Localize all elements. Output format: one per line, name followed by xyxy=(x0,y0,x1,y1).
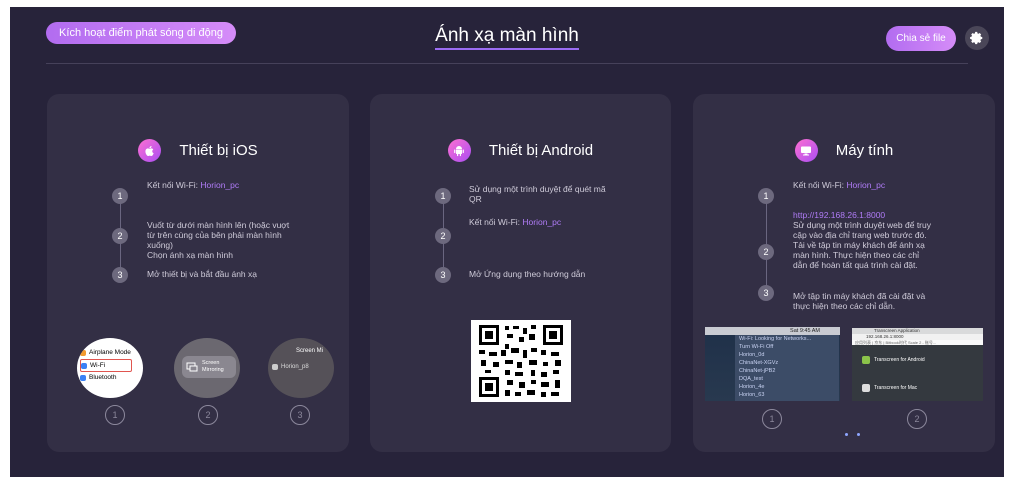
pc-wifi-name: Horion_pc xyxy=(846,180,886,190)
ios-step-2-number: 2 xyxy=(112,228,128,244)
ios-image-2-label: 2 xyxy=(198,405,218,425)
pc-step-1-text: Kết nối Wi-Fi: Horion_pc xyxy=(793,180,886,190)
screen-mirroring-icon xyxy=(186,362,198,372)
share-file-button[interactable]: Chia sẻ file xyxy=(886,26,956,51)
android-card: Thiết bị Android 1 2 3 Sử dụng một trình… xyxy=(370,94,671,452)
qr-code xyxy=(471,320,571,402)
app-window: Kích hoạt điểm phát sóng di động Ánh xạ … xyxy=(10,7,1004,477)
pc-image-1-label: 1 xyxy=(762,409,782,429)
android-card-header: Thiết bị Android xyxy=(370,139,671,162)
pc-step-2-number: 2 xyxy=(758,244,774,260)
ios-step-2-text: Vuốt từ dưới màn hình lên (hoặc vuợt từ … xyxy=(147,220,290,260)
ios-step-3-text: Mở thiết bị và bắt đầu ánh xạ xyxy=(147,269,258,279)
pc-card-header: Máy tính xyxy=(693,139,995,162)
ios-control-center-image: Airplane Mode Wi-Fi Bluetooth xyxy=(77,338,143,398)
header-divider xyxy=(46,63,968,64)
pc-card-title: Máy tính xyxy=(835,142,894,159)
ios-select-device-image: Screen Mi Horion_p8 xyxy=(268,338,334,398)
pc-download-page-image: Transcreen Application 192.168.26.1:8000… xyxy=(852,328,983,401)
android-step-2-number: 2 xyxy=(435,228,451,244)
ios-image-3-label: 3 xyxy=(290,405,310,425)
monitor-icon xyxy=(794,139,818,162)
pc-client-url-link[interactable]: http://192.168.26.1:8000 xyxy=(793,210,988,220)
ios-step-3-number: 3 xyxy=(112,267,128,283)
ios-card-title: Thiết bị iOS xyxy=(179,142,258,159)
android-icon xyxy=(862,356,870,364)
ios-step-1-number: 1 xyxy=(112,188,128,204)
ios-card: Thiết bị iOS 1 2 3 Kết nối Wi-Fi: Horion… xyxy=(47,94,349,452)
ios-screen-mirroring-image: Screen Mirroring xyxy=(174,338,240,398)
pc-step-3-text: Mở tập tin máy khách đã cài đặt và thực … xyxy=(793,291,926,311)
carousel-dot-1[interactable] xyxy=(845,433,848,436)
android-step-2-text: Kết nối Wi-Fi: Horion_pc xyxy=(469,217,562,227)
apple-icon xyxy=(862,384,870,392)
pc-step-2-text: http://192.168.26.1:8000 Sử dụng một trì… xyxy=(793,210,988,270)
pc-wifi-menu-image: Sat 9:45 AM Wi-Fi: Looking for Networks.… xyxy=(705,327,840,401)
pc-step-1-number: 1 xyxy=(758,188,774,204)
android-wifi-name: Horion_pc xyxy=(522,217,562,227)
ios-card-header: Thiết bị iOS xyxy=(47,139,349,162)
settings-button[interactable] xyxy=(965,26,989,50)
ios-step-1-text: Kết nối Wi-Fi: Horion_pc xyxy=(147,180,240,190)
pc-image-2-label: 2 xyxy=(907,409,927,429)
pc-card: Máy tính 1 2 3 Kết nối Wi-Fi: Horion_pc … xyxy=(693,94,995,452)
android-step-1-number: 1 xyxy=(435,188,451,204)
pc-step-3-number: 3 xyxy=(758,285,774,301)
android-step-3-text: Mở Ứng dụng theo hướng dẫn xyxy=(469,269,586,279)
android-icon xyxy=(447,139,471,162)
ios-image-1-label: 1 xyxy=(105,405,125,425)
android-step-1-text: Sử dụng một trình duyệt để quét mã QR xyxy=(469,184,606,204)
android-step-3-number: 3 xyxy=(435,267,451,283)
ios-wifi-name: Horion_pc xyxy=(200,180,240,190)
carousel-dot-2[interactable] xyxy=(857,433,860,436)
gear-icon xyxy=(970,31,983,45)
apple-icon xyxy=(138,139,162,162)
page-title: Ánh xạ màn hình xyxy=(10,25,1004,50)
android-card-title: Thiết bị Android xyxy=(488,142,594,159)
